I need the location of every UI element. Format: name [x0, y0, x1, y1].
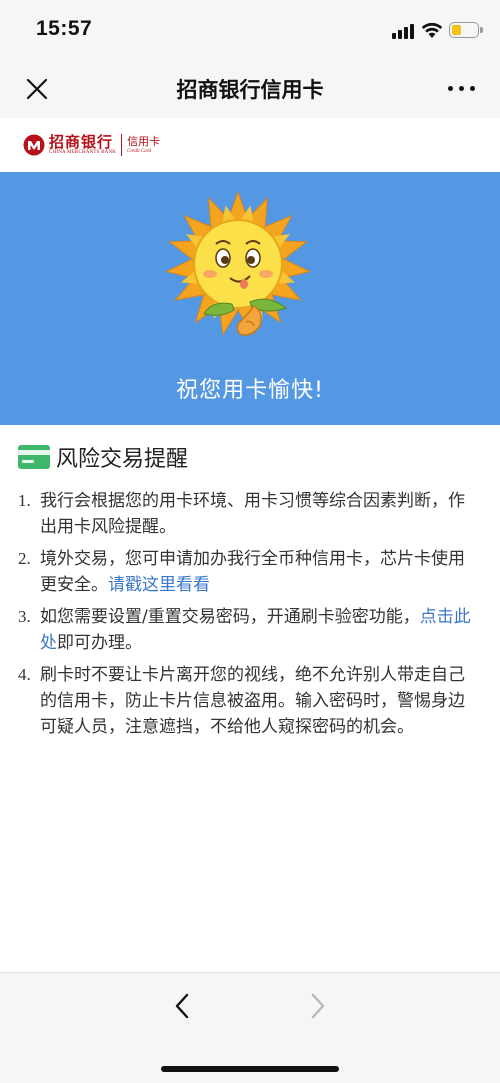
- logo-card-cn: 信用卡: [127, 135, 161, 148]
- list-item-number: 1.: [18, 491, 31, 510]
- list-item-number: 2.: [18, 549, 31, 568]
- list-item: 2. 境外交易，您可申请加办我行全币种信用卡，芯片卡使用更安全。请戳这里看看: [18, 546, 478, 598]
- status-bar: 15:57: [0, 0, 500, 60]
- list-item: 3. 如您需要设置/重置交易密码，开通刷卡验密功能，点击此处即可办理。: [18, 604, 478, 656]
- home-indicator: [161, 1066, 339, 1072]
- wifi-icon: [421, 22, 443, 38]
- list-item: 4. 刷卡时不要让卡片离开您的视线，绝不允许别人带走自己的信用卡，防止卡片信息被…: [18, 662, 478, 740]
- list-item-number: 4.: [18, 665, 31, 684]
- sunflower-mascot-icon: [164, 190, 312, 336]
- list-item-text-body: 如您需要设置/重置交易密码，开通刷卡验密功能，: [40, 607, 420, 627]
- greeting-banner: 祝您用卡愉快!: [0, 172, 500, 425]
- section-title: 风险交易提醒: [56, 447, 189, 472]
- list-item-text: 境外交易，您可申请加办我行全币种信用卡，芯片卡使用更安全。请戳这里看看: [40, 546, 478, 598]
- list-item-text-body: 境外交易，您可申请加办我行全币种信用卡，芯片卡使用更安全。: [40, 549, 465, 595]
- page-title: 招商银行信用卡: [176, 78, 324, 102]
- signal-icon: [392, 23, 416, 39]
- cmb-logo-mark: [23, 134, 45, 156]
- back-chevron-icon[interactable]: [168, 991, 198, 1021]
- logo-en-name: CHINA MERCHANTS BANK: [49, 150, 117, 155]
- list-item-text: 如您需要设置/重置交易密码，开通刷卡验密功能，点击此处即可办理。: [40, 604, 478, 656]
- battery-icon: [449, 22, 483, 38]
- list-item-text: 刷卡时不要让卡片离开您的视线，绝不允许别人带走自己的信用卡，防止卡片信息被盗用。…: [40, 665, 465, 737]
- more-icon[interactable]: [446, 86, 478, 94]
- logo-cn-name: 招商银行: [49, 133, 114, 151]
- overseas-card-link[interactable]: 请戳这里看看: [108, 575, 210, 595]
- logo-divider: [121, 134, 123, 156]
- forward-chevron-icon[interactable]: [302, 991, 332, 1021]
- greeting-text: 祝您用卡愉快!: [176, 378, 324, 403]
- list-item: 1. 我行会根据您的用卡环境、用卡习惯等综合因素判断，作出用卡风险提醒。: [18, 488, 478, 540]
- risk-tips-list: 1. 我行会根据您的用卡环境、用卡习惯等综合因素判断，作出用卡风险提醒。 2. …: [18, 488, 478, 746]
- logo-row: 招商银行 CHINA MERCHANTS BANK 信用卡 Credit Car…: [0, 118, 500, 172]
- list-item-number: 3.: [18, 607, 31, 626]
- status-time: 15:57: [36, 17, 93, 40]
- nav-bar: 招商银行信用卡: [0, 60, 500, 118]
- list-item-text-tail: 即可办理。: [57, 633, 142, 653]
- list-item-text: 我行会根据您的用卡环境、用卡习惯等综合因素判断，作出用卡风险提醒。: [40, 491, 465, 537]
- section-header: 风险交易提醒: [18, 440, 188, 474]
- cmb-logo: 招商银行 CHINA MERCHANTS BANK 信用卡 Credit Car…: [23, 129, 160, 161]
- logo-card-en: Credit Card: [127, 149, 152, 154]
- card-icon: [18, 445, 50, 469]
